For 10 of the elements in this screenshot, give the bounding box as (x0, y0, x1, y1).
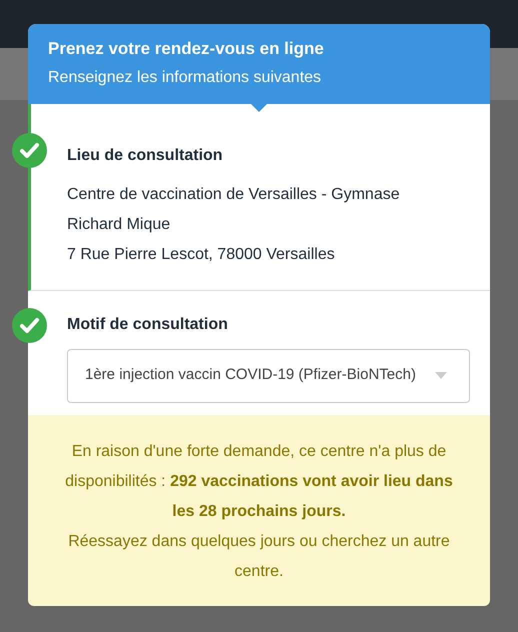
address-text: 7 Rue Pierre Lescot, 78000 Versailles (67, 244, 336, 264)
step-label: Lieu de consultation (67, 146, 224, 166)
caret-icon (435, 372, 447, 379)
modal-title: Prenez votre rendez-vous en ligne (48, 38, 325, 60)
address-text: Centre de vaccination de Versailles - Gymnase Richard Mique (67, 184, 401, 234)
modal-subtitle: Renseignez les informations suivantes (48, 68, 322, 88)
step-label: Motif de consultation (67, 314, 229, 334)
alert-text: En raison d'une forte demande, ce centre n'a plus de disponibilités : 292 vaccinations vont avoir lieu dans les 28 prochains jours. (64, 442, 454, 522)
select-field[interactable]: 1ère injection vaccin COVID-19 (Pfizer-BioNTech) (67, 348, 470, 402)
alert-text: Réessayez dans quelques jours ou cherchez un autre centre. (67, 532, 451, 582)
